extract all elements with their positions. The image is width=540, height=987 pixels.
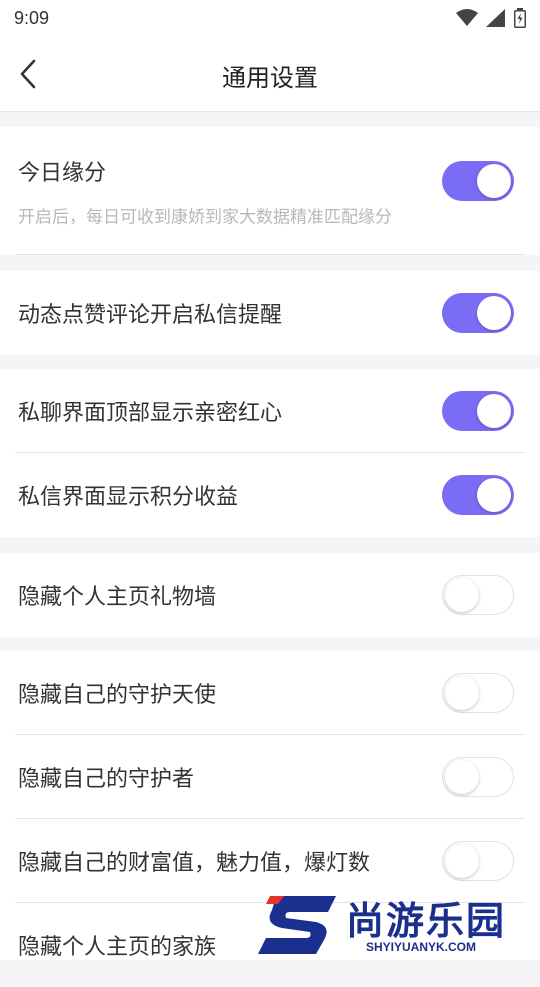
toggle-knob: [477, 296, 511, 330]
watermark-s-logo: [258, 896, 336, 954]
setting-row-dm-points: 私信界面显示积分收益: [0, 453, 540, 537]
status-icons: [456, 8, 526, 28]
toggle-knob: [445, 760, 479, 794]
toggle-chat-heart[interactable]: [442, 391, 514, 431]
setting-label: 隐藏自己的财富值，魅力值，爆灯数: [18, 851, 371, 876]
setting-row-today-match: 今日缘分 开启后，每日可收到康娇到家大数据精准匹配缘分: [0, 127, 540, 255]
watermark-url: SHYIYUANYK.COM: [366, 940, 477, 954]
settings-group-gift: 隐藏个人主页礼物墙: [0, 553, 540, 637]
setting-row-like-comment-dm: 动态点赞评论开启私信提醒: [0, 271, 540, 355]
nav-bar: 通用设置: [0, 36, 540, 112]
toggle-today-match[interactable]: [442, 161, 514, 201]
battery-icon: [514, 8, 526, 28]
status-bar: 9:09: [0, 0, 540, 36]
toggle-hide-wealth[interactable]: [442, 841, 514, 881]
setting-label: 今日缘分: [18, 161, 107, 186]
setting-row-hide-guardian-angel: 隐藏自己的守护天使: [0, 651, 540, 735]
toggle-knob: [445, 844, 479, 878]
page-title: 通用设置: [222, 64, 318, 92]
settings-group-match: 今日缘分 开启后，每日可收到康娇到家大数据精准匹配缘分: [0, 127, 540, 255]
wifi-icon: [456, 9, 478, 26]
toggle-knob: [477, 164, 511, 198]
setting-label: 私聊界面顶部显示亲密红心: [18, 401, 283, 426]
watermark-text: 尚游乐园: [346, 899, 507, 943]
toggle-dm-points[interactable]: [442, 475, 514, 515]
setting-label: 隐藏自己的守护天使: [18, 683, 217, 708]
setting-label: 动态点赞评论开启私信提醒: [18, 303, 283, 328]
watermark-logo: 尚游乐园 SHYIYUANYK.COM: [256, 890, 540, 960]
toggle-knob: [445, 676, 479, 710]
signal-icon: [486, 9, 505, 27]
toggle-knob: [477, 478, 511, 512]
setting-label: 隐藏个人主页的家族: [18, 935, 217, 960]
toggle-hide-guardian[interactable]: [442, 757, 514, 797]
status-time: 9:09: [14, 7, 50, 28]
setting-row-hide-gift-wall: 隐藏个人主页礼物墙: [0, 553, 540, 637]
setting-label: 私信界面显示积分收益: [18, 485, 239, 510]
toggle-knob: [445, 578, 479, 612]
settings-group-notify: 动态点赞评论开启私信提醒: [0, 271, 540, 355]
toggle-like-comment-dm[interactable]: [442, 293, 514, 333]
setting-label: 隐藏个人主页礼物墙: [18, 585, 217, 610]
row-divider: [15, 254, 525, 255]
toggle-knob: [477, 394, 511, 428]
setting-description: 开启后，每日可收到康娇到家大数据精准匹配缘分: [18, 207, 392, 228]
setting-label: 隐藏自己的守护者: [18, 767, 195, 792]
toggle-hide-gift-wall[interactable]: [442, 575, 514, 615]
setting-row-chat-heart: 私聊界面顶部显示亲密红心: [0, 369, 540, 453]
settings-group-chat: 私聊界面顶部显示亲密红心 私信界面显示积分收益: [0, 369, 540, 537]
toggle-hide-guardian-angel[interactable]: [442, 673, 514, 713]
setting-row-hide-guardian: 隐藏自己的守护者: [0, 735, 540, 819]
